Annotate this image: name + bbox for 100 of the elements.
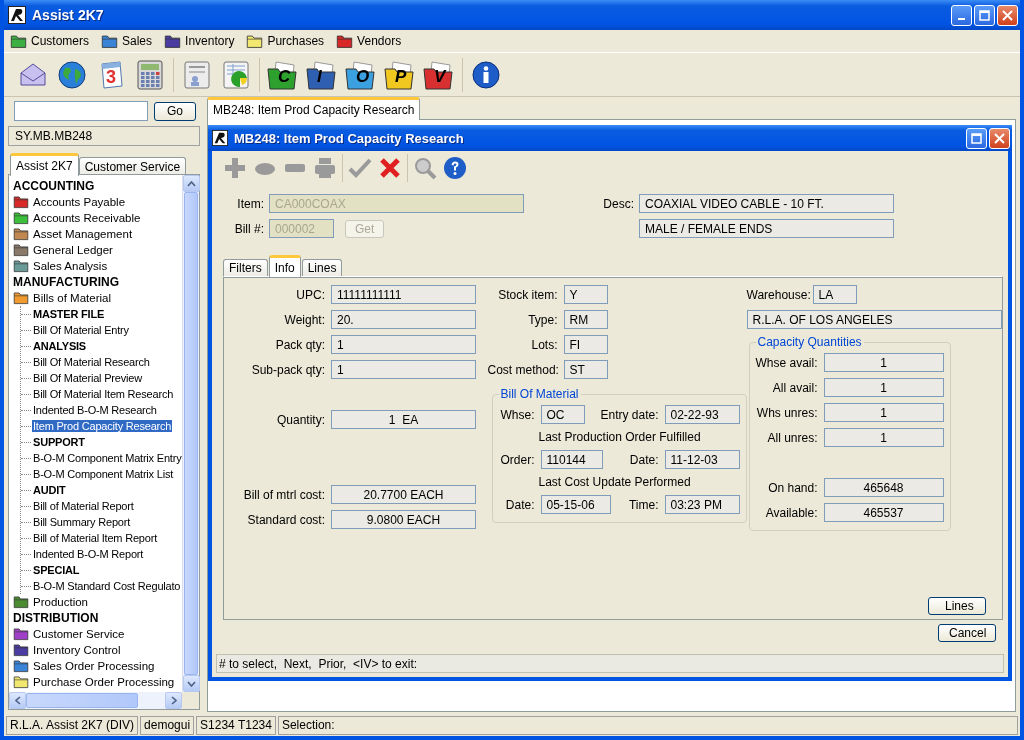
status-bar-cell: Selection:	[277, 715, 1018, 735]
menu-item[interactable]: Customers	[31, 34, 89, 48]
tree-item[interactable]: Item Prod Capacity Research	[32, 420, 173, 432]
text-field[interactable]: ST	[563, 360, 608, 379]
lines-button[interactable]: Lines	[928, 597, 986, 615]
vertical-scrollbar[interactable]	[182, 175, 199, 692]
text-field[interactable]: 1	[823, 428, 944, 447]
horizontal-scrollbar[interactable]	[9, 692, 182, 709]
caret-right-icon[interactable]	[170, 696, 177, 705]
tab[interactable]: Filters	[223, 259, 268, 276]
description-field[interactable]: MALE / FEMALE ENDS	[639, 219, 894, 238]
cancel-button[interactable]: Cancel	[938, 624, 996, 642]
tree-item[interactable]: Purchase Order Processing	[13, 674, 182, 690]
maximize-button[interactable]	[966, 127, 987, 149]
text-field[interactable]: 9.0800 EACH	[331, 510, 476, 529]
menu-item[interactable]: Inventory	[185, 34, 235, 48]
field-label: Bill of mtrl cost:	[242, 487, 325, 502]
tree-item[interactable]: Indented B-O-M Report	[32, 548, 145, 560]
text-field[interactable]: 20.7700 EACH	[331, 485, 476, 504]
close-button[interactable]	[997, 4, 1018, 26]
text-field[interactable]: 1	[823, 403, 944, 422]
tree-group-heading: ANALYSIS	[32, 340, 87, 352]
text-field[interactable]: 1	[331, 335, 476, 354]
text-field[interactable]: 03:23 PM	[664, 495, 740, 514]
menu-item[interactable]: Vendors	[357, 34, 402, 48]
field-label: Date:	[628, 452, 659, 467]
tree-item[interactable]: Sales Analysis	[13, 258, 182, 274]
path-field: SY.MB.MB248	[8, 126, 200, 146]
tree-item[interactable]: Accounts Receivable	[13, 210, 182, 226]
tree-item[interactable]: B-O-M Component Matrix List	[32, 468, 175, 480]
text-field[interactable]: 1	[823, 378, 944, 397]
tree-item[interactable]: Inventory Control	[13, 642, 182, 658]
text-field[interactable]: 465648	[823, 478, 944, 497]
maximize-button[interactable]	[974, 4, 995, 26]
tree-item[interactable]: Bills of Material	[13, 290, 182, 306]
group-title: Capacity Quantities	[756, 335, 863, 349]
help-icon[interactable]	[443, 156, 467, 180]
text-field[interactable]: Y	[563, 285, 608, 304]
text-field[interactable]: 05-15-06	[540, 495, 611, 514]
tab[interactable]: Info	[268, 255, 301, 277]
go-button[interactable]: Go	[154, 101, 196, 121]
folder-button[interactable]: P	[383, 57, 417, 92]
tree-item[interactable]: Bill Of Material Preview	[32, 372, 143, 384]
caret-up-icon[interactable]	[187, 180, 196, 187]
close-icon[interactable]	[378, 156, 402, 180]
description-field[interactable]: COAXIAL VIDEO CABLE - 10 FT.	[639, 194, 894, 213]
tree-item[interactable]: Bill Of Material Item Research	[32, 388, 175, 400]
text-field[interactable]: 11111111111	[331, 285, 476, 304]
search-field[interactable]	[14, 101, 148, 121]
tab[interactable]: Lines	[301, 259, 343, 276]
menu-item[interactable]: Sales	[122, 34, 153, 48]
field-label: Whse avail:	[755, 355, 818, 370]
tree-item[interactable]: Accounts Payable	[13, 194, 182, 210]
field-label: Whse:	[499, 407, 535, 422]
status-bar-cell: S1234 T1234	[196, 715, 276, 735]
text-field[interactable]: 110144	[540, 450, 603, 469]
tree-item[interactable]: Bill Of Material Research	[32, 356, 151, 368]
tree-item[interactable]: Bill Of Material Entry	[32, 324, 130, 336]
calendar-button[interactable]: 3	[94, 57, 128, 92]
tree-item[interactable]: General Ledger	[13, 242, 182, 258]
tree-item[interactable]: B-O-M Standard Cost Regulato	[32, 580, 182, 592]
tree-item[interactable]: Bill Summary Report	[32, 516, 132, 528]
text-field[interactable]: 02-22-93	[664, 405, 740, 424]
text-field[interactable]: OC	[540, 405, 585, 424]
text-field[interactable]: 465537	[823, 503, 944, 522]
folder-button[interactable]: V	[422, 57, 456, 92]
window-title: Assist 2K7	[32, 7, 105, 23]
tree-item[interactable]: Asset Management	[13, 226, 182, 242]
folder-button[interactable]: C	[266, 57, 300, 92]
text-field[interactable]: 20.	[331, 310, 476, 329]
field-label: Whs unres:	[755, 405, 818, 420]
field-label: Item:	[236, 196, 264, 211]
tree-section-heading: MANUFACTURING	[13, 275, 119, 289]
tree-item[interactable]: Bill of Material Item Report	[32, 532, 158, 544]
close-button[interactable]	[989, 127, 1010, 149]
text-field[interactable]: 11-12-03	[664, 450, 740, 469]
text-field[interactable]: RM	[563, 310, 608, 329]
scrollbar-corner	[182, 692, 199, 709]
tree-group-heading: SUPPORT	[32, 436, 86, 448]
text-field[interactable]: 1	[823, 353, 944, 372]
tab[interactable]: Customer Service	[78, 157, 187, 175]
warehouse-field[interactable]: LA	[812, 285, 857, 304]
tree-item[interactable]: Customer Service	[13, 626, 182, 642]
document-tab[interactable]: MB248: Item Prod Capacity Research	[207, 97, 421, 120]
field-label: Weight:	[283, 312, 325, 327]
tree-item[interactable]: B-O-M Component Matrix Entry	[32, 452, 182, 464]
text-field[interactable]: 1 EA	[331, 410, 476, 429]
text-field[interactable]: FI	[563, 335, 608, 354]
text-field[interactable]: 1	[331, 360, 476, 379]
tree-item[interactable]: Sales Order Processing	[13, 658, 182, 674]
caret-left-icon[interactable]	[14, 696, 21, 705]
tree-item[interactable]: Production	[13, 594, 182, 610]
minimize-button[interactable]	[951, 4, 972, 26]
warehouse-name-field[interactable]: R.L.A. OF LOS ANGELES	[746, 310, 1002, 329]
tree-item[interactable]: Indented B-O-M Research	[32, 404, 158, 416]
caret-down-icon[interactable]	[187, 680, 196, 687]
menu-item[interactable]: Purchases	[267, 34, 325, 48]
tree-item[interactable]: Bill of Material Report	[32, 500, 135, 512]
folder-button[interactable]: O	[344, 57, 378, 92]
tab[interactable]: Assist 2K7	[10, 153, 79, 176]
